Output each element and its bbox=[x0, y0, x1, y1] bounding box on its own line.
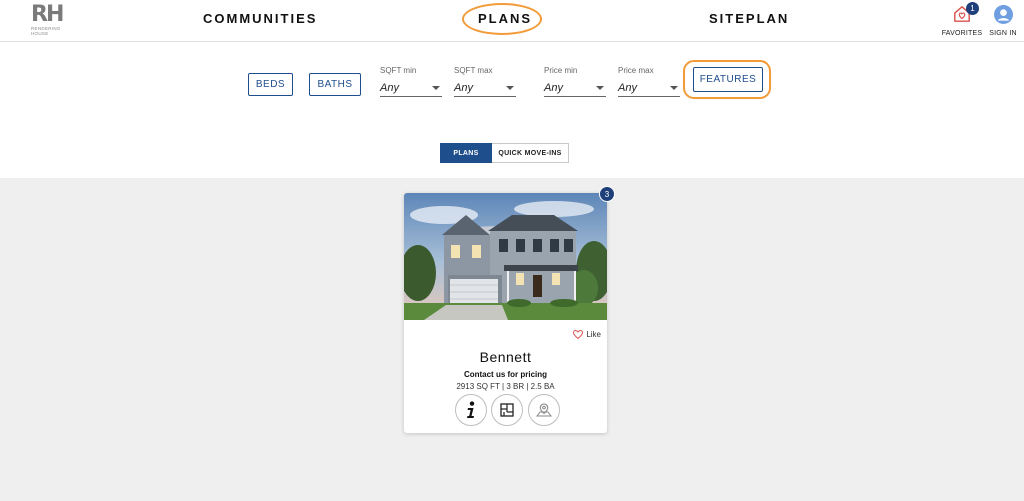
heart-outline-icon bbox=[573, 330, 584, 339]
sign-in-label: SIGN IN bbox=[989, 30, 1017, 37]
chevron-down-icon bbox=[506, 86, 514, 90]
sqft-max-box[interactable]: Any bbox=[454, 78, 516, 97]
house-rendering-illustration bbox=[404, 193, 607, 320]
logo-mark: RH bbox=[31, 2, 64, 27]
sqft-min-select[interactable]: SQFT min Any bbox=[380, 66, 442, 97]
chevron-down-icon bbox=[432, 86, 440, 90]
plan-card[interactable]: 3 Like Bennett Contact us for pricing 29… bbox=[404, 186, 615, 433]
features-filter-button[interactable]: FEATURES bbox=[693, 67, 763, 92]
user-avatar-icon bbox=[994, 5, 1013, 24]
view-toggle: PLANS QUICK MOVE-INS bbox=[440, 143, 569, 163]
baths-filter-button[interactable]: BATHS bbox=[309, 73, 361, 96]
tab-plans[interactable]: PLANS bbox=[440, 143, 492, 163]
plans-highlight-ring bbox=[462, 3, 542, 35]
price-max-select[interactable]: Price max Any bbox=[618, 66, 680, 97]
sqft-max-select[interactable]: SQFT max Any bbox=[454, 66, 516, 97]
logo-sub-line-2: HOUSE bbox=[31, 31, 49, 36]
favorites-count-badge: 1 bbox=[966, 2, 979, 15]
chevron-down-icon bbox=[596, 86, 604, 90]
sqft-min-value: Any bbox=[380, 82, 399, 94]
nav-siteplan[interactable]: SITEPLAN bbox=[709, 11, 789, 26]
chevron-down-icon bbox=[670, 86, 678, 90]
like-button[interactable]: Like bbox=[573, 330, 601, 339]
floorplan-button[interactable] bbox=[491, 394, 523, 426]
plan-rendering-image[interactable] bbox=[404, 193, 607, 320]
plan-name[interactable]: Bennett bbox=[404, 349, 607, 365]
price-min-select[interactable]: Price min Any bbox=[544, 66, 606, 97]
rendering-house-logo[interactable]: RH RENDERING HOUSE bbox=[31, 2, 65, 37]
price-max-box[interactable]: Any bbox=[618, 78, 680, 97]
plan-specs: 2913 SQ FT | 3 BR | 2.5 BA bbox=[456, 382, 555, 391]
plan-pricing: Contact us for pricing bbox=[463, 370, 548, 379]
siteplan-button[interactable] bbox=[528, 394, 560, 426]
price-max-label: Price max bbox=[618, 66, 654, 75]
map-pin-icon bbox=[536, 403, 552, 417]
floorplan-icon bbox=[500, 403, 514, 417]
beds-filter-button[interactable]: BEDS bbox=[248, 73, 293, 96]
favorites-button[interactable]: 1 FAVORITES bbox=[940, 2, 984, 40]
price-min-box[interactable]: Any bbox=[544, 78, 606, 97]
sqft-max-label: SQFT max bbox=[454, 66, 493, 75]
sqft-min-label: SQFT min bbox=[380, 66, 417, 75]
sqft-min-box[interactable]: Any bbox=[380, 78, 442, 97]
favorites-label: FAVORITES bbox=[941, 30, 983, 37]
plan-count-badge: 3 bbox=[599, 186, 615, 202]
price-min-label: Price min bbox=[544, 66, 578, 75]
info-button[interactable] bbox=[455, 394, 487, 426]
nav-communities[interactable]: COMMUNITIES bbox=[203, 11, 317, 26]
price-min-value: Any bbox=[544, 82, 563, 94]
sqft-max-value: Any bbox=[454, 82, 473, 94]
plan-action-icons bbox=[455, 394, 561, 426]
tab-quick-move-ins[interactable]: QUICK MOVE-INS bbox=[492, 143, 569, 163]
like-label: Like bbox=[586, 330, 601, 339]
sign-in-button[interactable]: SIGN IN bbox=[986, 2, 1020, 40]
price-max-value: Any bbox=[618, 82, 637, 94]
info-icon bbox=[467, 401, 475, 418]
top-header: RH RENDERING HOUSE COMMUNITIES PLANS SIT… bbox=[0, 0, 1024, 42]
